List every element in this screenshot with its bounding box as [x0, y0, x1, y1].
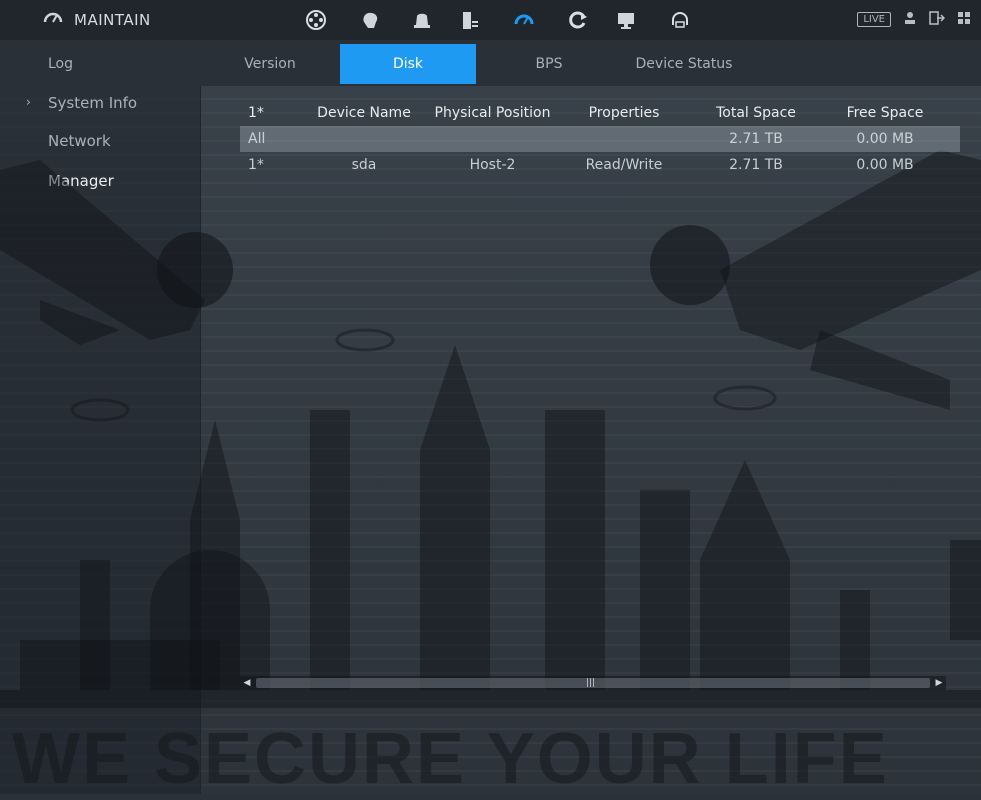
watermark-text: WE SECURE YOUR LIFE: [12, 719, 889, 799]
sidebar: › System Info Network Manager: [0, 86, 201, 794]
app-title: MAINTAIN: [74, 11, 151, 29]
grid-menu-icon[interactable]: [957, 10, 971, 29]
sidebar-item-system-info[interactable]: System Info: [48, 90, 137, 116]
top-bar: MAINTAIN LIVE: [0, 0, 981, 41]
monitor-icon[interactable]: [614, 8, 638, 32]
sidebar-item-manager[interactable]: Manager: [48, 168, 114, 194]
header-physical-position[interactable]: Physical Position: [425, 100, 560, 126]
table-row-all[interactable]: All 2.71 TB 0.00 MB: [240, 126, 960, 152]
gauge-icon: [42, 7, 64, 33]
header-index[interactable]: 1*: [248, 100, 288, 126]
scroll-right-icon[interactable]: ▶: [932, 676, 946, 690]
disk-info-panel: 1* Device Name Physical Position Propert…: [210, 86, 960, 704]
maintain-gauge-icon[interactable]: [512, 8, 536, 32]
user-icon[interactable]: [903, 10, 917, 29]
table-row[interactable]: 1* sda Host-2 Read/Write 2.71 TB 0.00 MB: [240, 152, 960, 178]
tab-bps[interactable]: BPS: [514, 44, 584, 84]
live-button[interactable]: LIVE: [857, 12, 891, 27]
horizontal-scrollbar[interactable]: ◀ ||| ▶: [240, 676, 946, 690]
top-right-controls: LIVE: [857, 10, 971, 29]
storage-icon[interactable]: [458, 8, 482, 32]
all-free-space-cell: 0.00 MB: [856, 131, 914, 147]
header-total-space[interactable]: Total Space: [706, 100, 806, 126]
header-properties[interactable]: Properties: [574, 100, 674, 126]
free-space-cell: 0.00 MB: [856, 157, 914, 173]
grip-icon: |||: [586, 678, 596, 688]
tab-version[interactable]: Version: [240, 44, 300, 84]
total-space-cell: 2.71 TB: [729, 157, 783, 173]
logout-icon[interactable]: [929, 10, 946, 29]
app-window: MAINTAIN LIVE Log Version Disk BPS Devic…: [0, 0, 981, 799]
sidebar-item-network[interactable]: Network: [48, 128, 111, 154]
all-index-cell: All: [248, 131, 266, 147]
physical-position-cell: Host-2: [469, 157, 516, 173]
chevron-right-icon: ›: [26, 95, 31, 109]
headset-icon[interactable]: [668, 8, 692, 32]
tab-bar: Log Version Disk BPS Device Status: [0, 40, 981, 86]
scroll-left-icon[interactable]: ◀: [240, 676, 254, 690]
disk-table: 1* Device Name Physical Position Propert…: [240, 100, 960, 178]
tab-disk[interactable]: Disk: [340, 44, 476, 84]
tab-device-status[interactable]: Device Status: [628, 44, 740, 84]
all-total-space-cell: 2.71 TB: [729, 131, 783, 147]
table-header: 1* Device Name Physical Position Propert…: [240, 100, 960, 126]
alarm-bell-icon[interactable]: [410, 8, 434, 32]
index-cell: 1*: [248, 157, 264, 173]
header-free-space[interactable]: Free Space: [830, 100, 940, 126]
brand: MAINTAIN: [42, 8, 151, 32]
film-reel-icon[interactable]: [304, 8, 328, 32]
header-device-name[interactable]: Device Name: [314, 100, 414, 126]
tab-log[interactable]: Log: [48, 44, 108, 84]
refresh-icon[interactable]: [566, 8, 590, 32]
brain-icon[interactable]: [358, 8, 382, 32]
scrollbar-thumb[interactable]: |||: [256, 678, 930, 688]
device-name-cell: sda: [351, 157, 377, 173]
properties-cell: Read/Write: [585, 157, 663, 173]
